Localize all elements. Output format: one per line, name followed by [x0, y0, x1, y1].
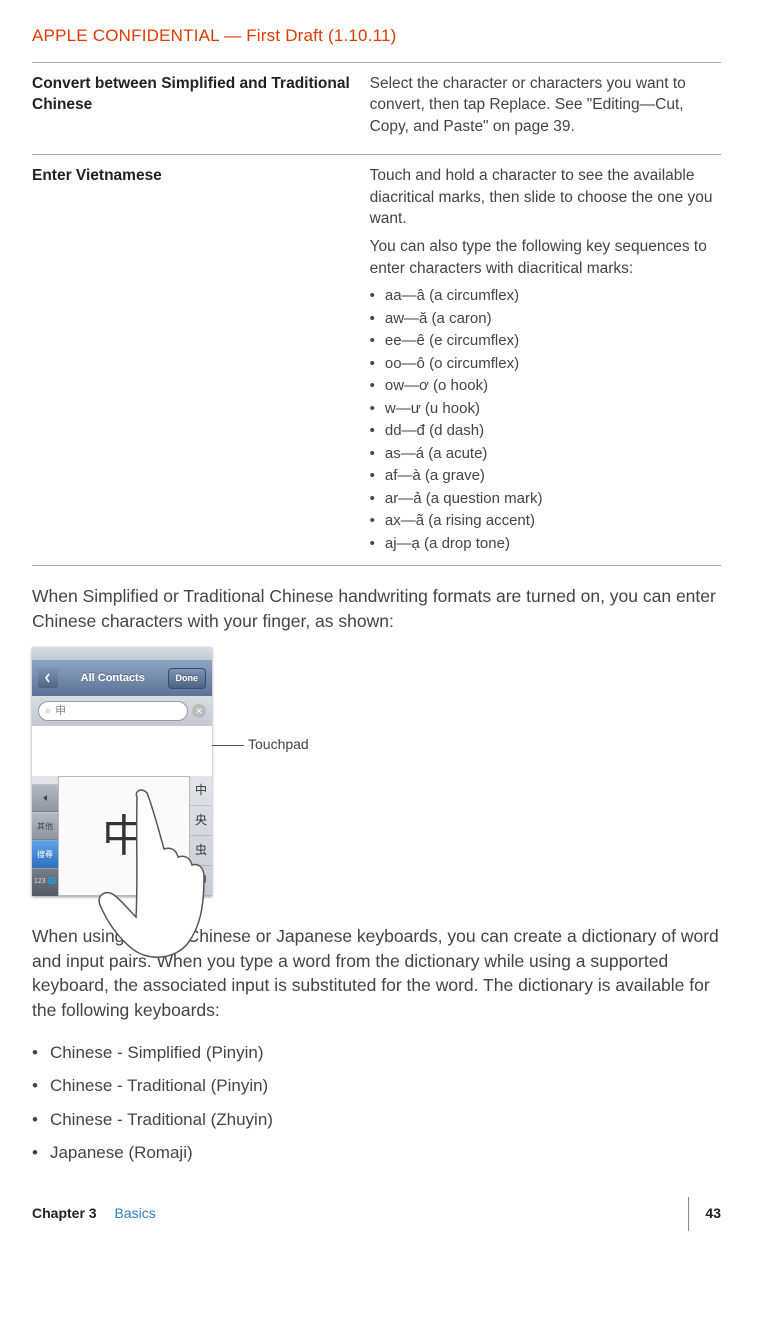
handwriting-figure: All Contacts Done ⌕ 申 ✕ 其他 搜尋: [32, 647, 721, 896]
nav-title: All Contacts: [81, 671, 145, 686]
chapter-label: Chapter 3: [32, 1205, 97, 1221]
search-bar: ⌕ 申 ✕: [32, 696, 212, 726]
nav-bar: All Contacts Done: [32, 660, 212, 696]
search-value: 申: [55, 704, 66, 719]
row-body: Touch and hold a character to see the av…: [370, 165, 721, 555]
list-item: aj—ạ (a drop tone): [370, 533, 721, 556]
list-item: aa—â (a circumflex): [370, 285, 721, 308]
list-item: dd—đ (d dash): [370, 420, 721, 443]
footer-divider: [688, 1197, 689, 1231]
status-bar: [32, 647, 212, 660]
key-search[interactable]: 搜尋: [32, 840, 58, 868]
candidate-column: 中 央 虫 申: [190, 776, 212, 896]
list-item: Chinese - Traditional (Zhuyin): [32, 1103, 721, 1136]
list-item: ax—ã (a rising accent): [370, 510, 721, 533]
key-123-label: 123: [34, 877, 46, 887]
table-row: Enter Vietnamese Touch and hold a charac…: [32, 155, 721, 566]
body-paragraph: When using certain Chinese or Japanese k…: [32, 924, 721, 1022]
list-item: w—ư (u hook): [370, 398, 721, 421]
vietnamese-sequence-list: aa—â (a circumflex) aw—ă (a caron) ee—ê …: [370, 285, 721, 555]
row-paragraph: You can also type the following key sequ…: [370, 236, 721, 279]
body-paragraph: When Simplified or Traditional Chinese h…: [32, 584, 721, 633]
list-item: ar—ả (a question mark): [370, 488, 721, 511]
list-item: ee—ê (e circumflex): [370, 330, 721, 353]
arrow-key[interactable]: [32, 784, 58, 812]
callout: Touchpad: [208, 735, 309, 755]
footer-right: 43: [672, 1197, 721, 1231]
list-item: aw—ă (a caron): [370, 308, 721, 331]
chevron-left-icon: [43, 673, 53, 683]
candidate[interactable]: 央: [190, 806, 212, 836]
keyboard-block: 其他 搜尋 123 🌐 中 中 央 虫 申: [32, 776, 212, 896]
key-other[interactable]: 其他: [32, 812, 58, 840]
handwriting-touchpad[interactable]: 中: [58, 776, 190, 896]
row-paragraph: Touch and hold a character to see the av…: [370, 165, 721, 230]
list-item: af—à (a grave): [370, 465, 721, 488]
candidate[interactable]: 申: [190, 866, 212, 896]
row-heading: Convert between Simplified and Tradition…: [32, 73, 370, 144]
keyboard-list: Chinese - Simplified (Pinyin) Chinese - …: [32, 1036, 721, 1169]
callout-leader-line: [208, 745, 244, 746]
candidate[interactable]: 中: [190, 776, 212, 806]
table-row: Convert between Simplified and Tradition…: [32, 63, 721, 155]
handwritten-character: 中: [102, 806, 146, 868]
row-body: Select the character or characters you w…: [370, 73, 721, 144]
chapter-title: Basics: [114, 1205, 155, 1221]
done-button[interactable]: Done: [168, 668, 207, 689]
row-heading: Enter Vietnamese: [32, 165, 370, 555]
key-123-globe[interactable]: 123 🌐: [32, 868, 58, 896]
globe-icon: 🌐: [47, 877, 56, 887]
page-number: 43: [705, 1204, 721, 1224]
results-area: [32, 726, 212, 776]
search-icon: ⌕: [45, 704, 51, 719]
list-item: oo—ô (o circumflex): [370, 353, 721, 376]
clear-icon[interactable]: ✕: [192, 704, 206, 718]
list-item: Japanese (Romaji): [32, 1136, 721, 1169]
list-item: ow—ơ (o hook): [370, 375, 721, 398]
page-footer: Chapter 3 Basics 43: [32, 1197, 721, 1231]
list-item: as—á (a acute): [370, 443, 721, 466]
footer-left: Chapter 3 Basics: [32, 1204, 156, 1224]
back-button[interactable]: [38, 668, 58, 688]
phone-screenshot: All Contacts Done ⌕ 申 ✕ 其他 搜尋: [32, 647, 212, 896]
arrow-left-icon: [39, 793, 51, 803]
confidential-banner: APPLE CONFIDENTIAL — First Draft (1.10.1…: [32, 24, 721, 48]
candidate[interactable]: 虫: [190, 836, 212, 866]
list-item: Chinese - Simplified (Pinyin): [32, 1036, 721, 1069]
callout-label: Touchpad: [248, 735, 309, 755]
search-input[interactable]: ⌕ 申: [38, 701, 188, 721]
keyboard-left-column: 其他 搜尋 123 🌐: [32, 776, 58, 896]
list-item: Chinese - Traditional (Pinyin): [32, 1069, 721, 1102]
row-paragraph: Select the character or characters you w…: [370, 73, 721, 138]
